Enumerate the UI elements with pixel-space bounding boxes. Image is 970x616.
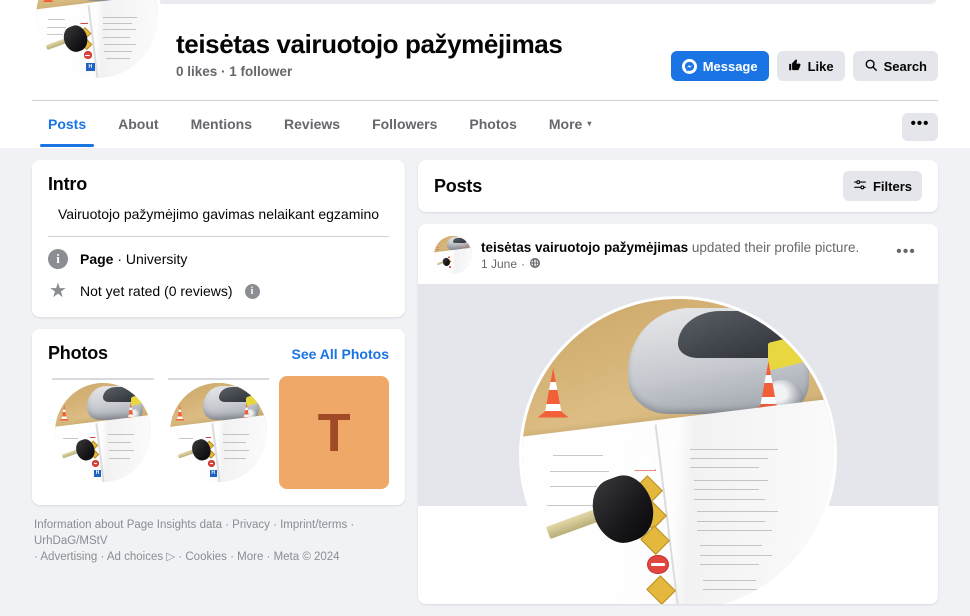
main-content: Posts Filters teisėtas vairuotojo pažymė… xyxy=(418,160,938,616)
info-icon: i xyxy=(48,249,68,269)
left-sidebar: Intro Vairuotojo pažymėjimo gavimas nela… xyxy=(32,160,405,565)
star-icon: ★ xyxy=(49,280,67,302)
post-author-name[interactable]: teisėtas vairuotojo pažymėjimas xyxy=(481,240,688,255)
rating-info-icon[interactable]: i xyxy=(244,283,260,299)
intro-rating-text: Not yet rated (0 reviews) xyxy=(80,283,233,299)
post-media[interactable]: H xyxy=(418,284,938,604)
posts-heading: Posts xyxy=(434,175,483,196)
messenger-icon xyxy=(681,58,697,74)
photo-grid: H H T xyxy=(48,376,390,489)
header-more-options-button[interactable]: ••• xyxy=(902,113,938,141)
driving-book-photo: H xyxy=(54,382,152,483)
post-header: teisėtas vairuotojo pažymėjimas updated … xyxy=(418,224,938,284)
driving-book-photo: H xyxy=(36,0,158,78)
intro-divider xyxy=(48,236,389,237)
like-button-label: Like xyxy=(807,58,834,74)
post-profile-picture[interactable]: H xyxy=(519,296,837,604)
globe-icon[interactable] xyxy=(529,257,541,272)
tab-more-label: More xyxy=(548,116,583,132)
footer-links: Information about Page Insights data · P… xyxy=(32,517,405,565)
chevron-down-icon: ▾ xyxy=(587,119,592,128)
tab-mentions-label: Mentions xyxy=(190,116,253,132)
tab-photos-label: Photos xyxy=(469,116,517,132)
filters-button[interactable]: Filters xyxy=(842,171,922,201)
cover-photo-stub xyxy=(32,0,938,4)
intro-rating-row: ★ Not yet rated (0 reviews) i xyxy=(48,281,389,301)
tab-about-label: About xyxy=(118,116,159,132)
post-action-text: updated their profile picture. xyxy=(688,239,860,255)
tab-mentions[interactable]: Mentions xyxy=(175,101,268,147)
search-button-label: Search xyxy=(883,58,927,74)
footer-line-2[interactable]: · Advertising · Ad choices ▷ · Cookies ·… xyxy=(34,551,340,563)
see-all-photos-link[interactable]: See All Photos xyxy=(291,346,389,362)
driving-book-photo: H xyxy=(170,382,267,483)
message-button[interactable]: Message xyxy=(670,51,769,81)
intro-category-value: · University xyxy=(117,251,188,267)
tab-followers[interactable]: Followers xyxy=(356,101,453,147)
search-button[interactable]: Search xyxy=(852,51,938,81)
tab-reviews-label: Reviews xyxy=(284,116,341,132)
tab-posts-label: Posts xyxy=(48,116,87,132)
footer-line-1[interactable]: Information about Page Insights data · P… xyxy=(34,519,354,547)
tab-followers-label: Followers xyxy=(372,116,438,132)
thumb-top-bar xyxy=(52,378,154,380)
intro-category-label: Page xyxy=(80,251,114,267)
photos-card: Photos See All Photos H H T xyxy=(32,329,405,505)
intro-category-row: i Page · University xyxy=(48,249,389,269)
photo-thumb-2[interactable]: H xyxy=(163,376,274,489)
header-action-buttons: Message Like Search xyxy=(670,51,938,81)
page-avatar[interactable]: H xyxy=(32,0,162,82)
thumbs-up-icon xyxy=(788,58,802,75)
page-body: Intro Vairuotojo pažymėjimo gavimas nela… xyxy=(0,148,970,604)
post-date[interactable]: 1 June xyxy=(481,257,517,271)
page-tabs: Posts About Mentions Reviews Followers P… xyxy=(32,101,607,147)
driving-book-photo: H xyxy=(522,299,834,604)
message-button-label: Message xyxy=(702,58,758,74)
profile-header: H teisėtas vairuotojo pažymėjimas 0 like… xyxy=(0,0,970,148)
tab-about[interactable]: About xyxy=(102,101,174,147)
tab-photos[interactable]: Photos xyxy=(453,101,532,147)
filters-button-label: Filters xyxy=(872,178,912,194)
post-author-avatar[interactable] xyxy=(434,236,472,274)
page-followers-meta: 0 likes · 1 follower xyxy=(176,64,293,79)
sliders-icon xyxy=(853,178,867,195)
magnifier-icon xyxy=(864,58,878,75)
intro-title: Intro xyxy=(48,174,87,194)
photo-thumb-3[interactable]: T xyxy=(279,376,390,489)
post-options-button[interactable]: ••• xyxy=(890,239,922,271)
intro-description: Vairuotojo pažymėjimo gavimas nelaikant … xyxy=(57,206,380,222)
post-card: teisėtas vairuotojo pažymėjimas updated … xyxy=(418,224,938,604)
tab-posts[interactable]: Posts xyxy=(32,101,102,147)
photo-thumb-letter: T xyxy=(317,402,351,463)
page-title: teisėtas vairuotojo pažymėjimas xyxy=(176,29,563,59)
photo-thumb-1[interactable]: H xyxy=(48,376,158,489)
tab-reviews[interactable]: Reviews xyxy=(268,101,356,147)
photos-title: Photos xyxy=(48,343,108,363)
driving-book-photo xyxy=(434,236,472,274)
posts-toolbar-card: Posts Filters xyxy=(418,160,938,212)
thumb-top-bar xyxy=(167,378,270,380)
intro-card: Intro Vairuotojo pažymėjimo gavimas nela… xyxy=(32,160,405,317)
like-button[interactable]: Like xyxy=(776,51,845,81)
tab-more[interactable]: More ▾ xyxy=(533,101,607,147)
post-meta-separator: · xyxy=(521,257,526,271)
